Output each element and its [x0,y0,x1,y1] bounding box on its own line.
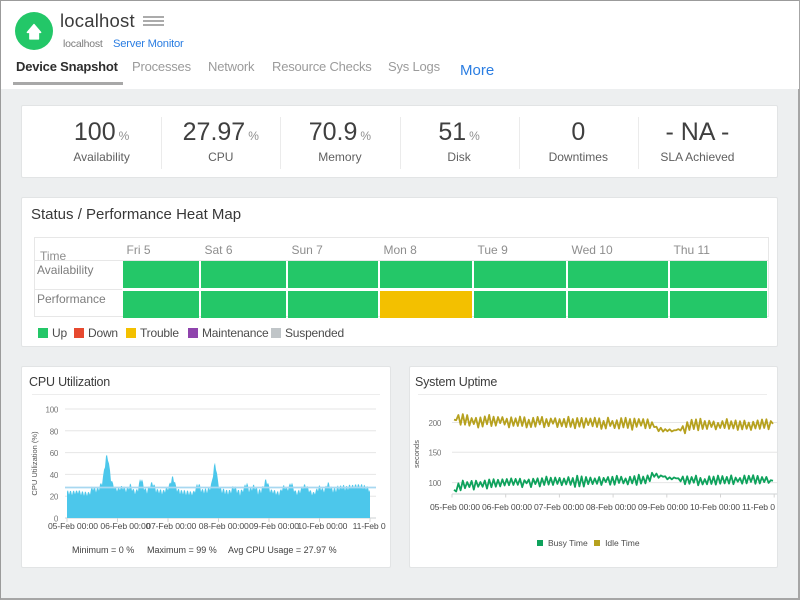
svg-text:09-Feb 00:00: 09-Feb 00:00 [249,521,299,531]
svg-text:200: 200 [429,419,442,428]
svg-text:10-Feb 00:00: 10-Feb 00:00 [690,502,740,512]
svg-text:07-Feb 00:00: 07-Feb 00:00 [146,521,196,531]
svg-text:seconds: seconds [412,440,421,468]
svg-text:CPU Utilization (%): CPU Utilization (%) [30,431,39,496]
svg-text:08-Feb 00:00: 08-Feb 00:00 [586,502,636,512]
svg-text:07-Feb 00:00: 07-Feb 00:00 [534,502,584,512]
svg-text:11-Feb 0: 11-Feb 0 [353,521,386,531]
svg-text:08-Feb 00:00: 08-Feb 00:00 [199,521,249,531]
svg-text:20: 20 [50,493,59,502]
svg-text:80: 80 [50,427,59,436]
svg-text:100: 100 [46,406,59,415]
svg-text:11-Feb 0: 11-Feb 0 [742,502,775,512]
svg-text:05-Feb 00:00: 05-Feb 00:00 [430,502,480,512]
svg-text:05-Feb 00:00: 05-Feb 00:00 [48,521,98,531]
svg-text:40: 40 [50,471,59,480]
svg-text:60: 60 [50,449,59,458]
svg-text:100: 100 [429,479,442,488]
svg-text:06-Feb 00:00: 06-Feb 00:00 [482,502,532,512]
svg-text:150: 150 [429,449,442,458]
svg-text:06-Feb 00:00: 06-Feb 00:00 [100,521,150,531]
svg-text:10-Feb 00:00: 10-Feb 00:00 [297,521,347,531]
svg-text:09-Feb 00:00: 09-Feb 00:00 [638,502,688,512]
